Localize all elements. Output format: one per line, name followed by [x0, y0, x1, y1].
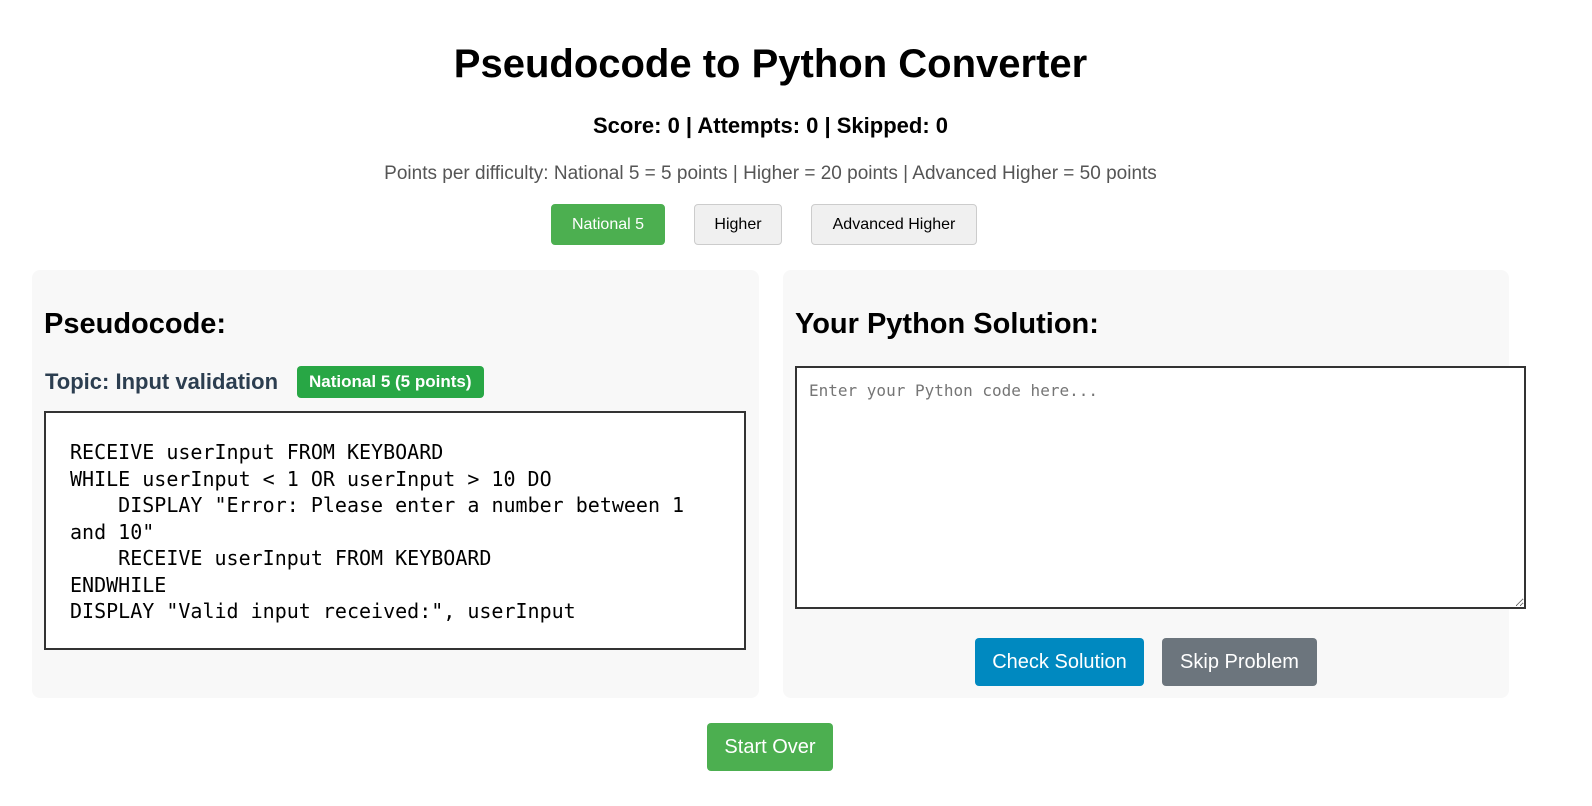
- difficulty-button-higher[interactable]: Higher: [694, 204, 782, 245]
- pseudocode-block: RECEIVE userInput FROM KEYBOARD WHILE us…: [44, 411, 746, 650]
- topic-row: Topic: Input validation National 5 (5 po…: [45, 366, 484, 398]
- difficulty-selector: National 5 Higher Advanced Higher: [0, 204, 1541, 245]
- pseudocode-heading: Pseudocode:: [44, 308, 227, 340]
- difficulty-button-national-5[interactable]: National 5: [551, 204, 665, 245]
- skip-problem-button[interactable]: Skip Problem: [1162, 638, 1317, 686]
- points-per-difficulty-info: Points per difficulty: National 5 = 5 po…: [384, 163, 1157, 184]
- page-title: Pseudocode to Python Converter: [453, 42, 1088, 86]
- start-over-button[interactable]: Start Over: [707, 723, 833, 771]
- difficulty-button-advanced-higher[interactable]: Advanced Higher: [811, 204, 977, 245]
- solution-heading: Your Python Solution:: [795, 308, 1099, 340]
- check-solution-button[interactable]: Check Solution: [975, 638, 1144, 686]
- pseudocode-panel: Pseudocode: Topic: Input validation Nati…: [32, 270, 759, 698]
- python-solution-input[interactable]: [795, 366, 1526, 609]
- solution-panel: Your Python Solution: Check Solution Ski…: [783, 270, 1526, 698]
- topic-label: Topic: Input validation: [45, 369, 279, 394]
- score-summary: Score: 0 | Attempts: 0 | Skipped: 0: [592, 113, 949, 138]
- difficulty-badge: National 5 (5 points): [297, 366, 484, 398]
